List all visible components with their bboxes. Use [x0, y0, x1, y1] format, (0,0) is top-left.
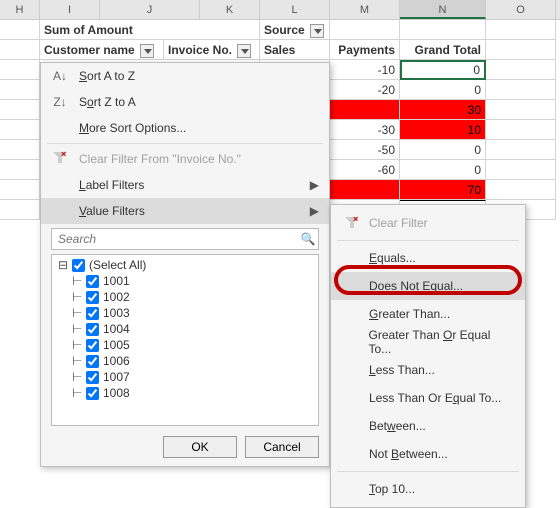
sales-header: Sales	[260, 40, 330, 60]
table-cell[interactable]: -60	[330, 160, 400, 180]
list-item[interactable]: ⊢1002	[52, 289, 318, 305]
list-item[interactable]: ⊢1001	[52, 273, 318, 289]
value-filters-submenu: × Clear Filter Equals... Does Not Equal.…	[330, 204, 526, 508]
list-item[interactable]: ⊢1007	[52, 369, 318, 385]
filter-less-than-or-equal[interactable]: Less Than Or Equal To...	[331, 384, 525, 412]
filter-greater-than-or-equal[interactable]: Greater Than Or Equal To...	[331, 328, 525, 356]
filter-checklist[interactable]: ⊟ (Select All) ⊢1001 ⊢1002 ⊢1003 ⊢1004 ⊢…	[51, 254, 319, 426]
table-cell[interactable]: 0	[400, 80, 486, 100]
list-item[interactable]: ⊢1005	[52, 337, 318, 353]
column-headers: H I J K L M N O	[0, 0, 560, 20]
sort-a-to-z[interactable]: A↓ Sort A to Z	[41, 63, 329, 89]
col-k[interactable]: K	[200, 0, 260, 19]
list-item[interactable]: ⊢1004	[52, 321, 318, 337]
source-label: Source	[260, 20, 330, 40]
col-m[interactable]: M	[330, 0, 400, 19]
clear-filter-from: × Clear Filter From "Invoice No."	[41, 146, 329, 172]
search-box[interactable]: 🔍	[51, 228, 319, 250]
filter-does-not-equal[interactable]: Does Not Equal...	[331, 272, 525, 300]
col-i[interactable]: I	[40, 0, 100, 19]
more-sort-options[interactable]: More Sort Options...	[41, 115, 329, 141]
col-n[interactable]: N	[400, 0, 486, 19]
filter-not-between[interactable]: Not Between...	[331, 440, 525, 468]
payments-header: Payments	[330, 40, 400, 60]
select-all-checkbox[interactable]	[72, 259, 85, 272]
clear-funnel-icon: ×	[345, 217, 359, 229]
search-input[interactable]	[52, 232, 298, 246]
customer-filter-dropdown[interactable]	[140, 44, 154, 58]
clear-filter: × Clear Filter	[331, 209, 525, 237]
chevron-right-icon: ▶	[310, 204, 319, 218]
invoice-filter-dropdown[interactable]	[237, 44, 251, 58]
table-cell[interactable]: 0	[400, 160, 486, 180]
label-filters[interactable]: Label Filters ▶	[41, 172, 329, 198]
customer-name-label: Customer name	[40, 40, 164, 60]
table-cell[interactable]: 10	[400, 120, 486, 140]
sort-desc-icon: Z↓	[51, 95, 69, 109]
source-filter-dropdown[interactable]	[310, 24, 324, 38]
sort-z-to-a[interactable]: Z↓ Sort Z to A	[41, 89, 329, 115]
cancel-button[interactable]: Cancel	[245, 436, 319, 458]
chevron-right-icon: ▶	[310, 178, 319, 192]
table-cell[interactable]	[330, 180, 400, 200]
select-all-row[interactable]: ⊟ (Select All)	[52, 257, 318, 273]
ok-button[interactable]: OK	[163, 436, 237, 458]
table-cell[interactable]: 0	[400, 140, 486, 160]
filter-between[interactable]: Between...	[331, 412, 525, 440]
filter-equals[interactable]: Equals...	[331, 244, 525, 272]
search-icon: 🔍	[298, 232, 318, 246]
col-o[interactable]: O	[486, 0, 556, 19]
filter-less-than[interactable]: Less Than...	[331, 356, 525, 384]
invoice-no-label: Invoice No.	[164, 40, 260, 60]
filter-menu: A↓ Sort A to Z Z↓ Sort Z to A More Sort …	[40, 62, 330, 467]
sum-of-amount-label: Sum of Amount	[40, 20, 260, 40]
table-cell[interactable]: -30	[330, 120, 400, 140]
list-item[interactable]: ⊢1008	[52, 385, 318, 401]
table-cell[interactable]: -20	[330, 80, 400, 100]
table-cell[interactable]	[330, 100, 400, 120]
col-j[interactable]: J	[100, 0, 200, 19]
selected-cell[interactable]: 0	[400, 60, 486, 80]
table-cell[interactable]: -10	[330, 60, 400, 80]
col-h[interactable]: H	[0, 0, 40, 19]
table-cell[interactable]: -50	[330, 140, 400, 160]
value-filters[interactable]: Value Filters ▶	[41, 198, 329, 224]
table-cell[interactable]: 70	[400, 180, 486, 200]
col-l[interactable]: L	[260, 0, 330, 19]
sort-asc-icon: A↓	[51, 69, 69, 83]
list-item[interactable]: ⊢1003	[52, 305, 318, 321]
filter-greater-than[interactable]: Greater Than...	[331, 300, 525, 328]
grandtotal-header: Grand Total	[400, 40, 486, 60]
table-cell[interactable]: 30	[400, 100, 486, 120]
clear-funnel-icon: ×	[53, 152, 67, 164]
list-item[interactable]: ⊢1006	[52, 353, 318, 369]
filter-top-10[interactable]: Top 10...	[331, 475, 525, 503]
